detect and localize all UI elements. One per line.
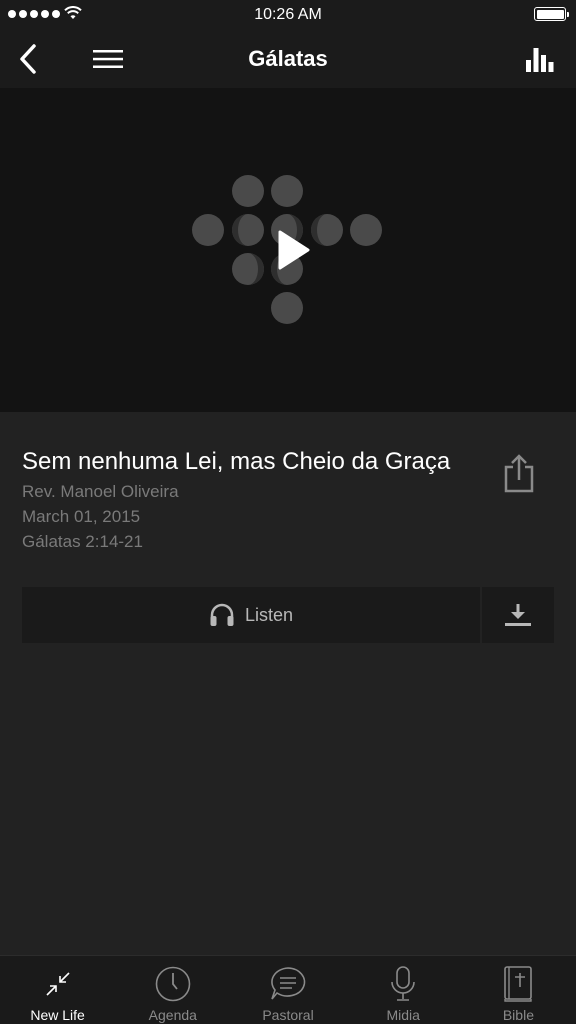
sermon-speaker: Rev. Manoel Oliveira <box>22 482 179 501</box>
play-icon <box>278 230 310 270</box>
menu-button[interactable] <box>86 30 130 88</box>
clock-icon <box>153 964 193 1004</box>
microphone-icon <box>383 964 423 1004</box>
download-icon <box>505 604 531 626</box>
sermon-title: Sem nenhuma Lei, mas Cheio da Graça <box>22 448 451 475</box>
tab-new-life[interactable]: New Life <box>0 956 115 1024</box>
share-button[interactable] <box>500 452 538 494</box>
media-player-area <box>0 88 576 412</box>
sermon-passage: Gálatas 2:14-21 <box>22 532 143 551</box>
listen-button[interactable]: Listen <box>22 587 480 643</box>
back-button[interactable] <box>8 30 48 88</box>
battery-icon <box>534 7 569 21</box>
chat-bubble-icon <box>268 964 308 1004</box>
status-bar: 10:26 AM <box>0 0 576 30</box>
tab-label: Midia <box>386 1007 420 1023</box>
tab-bible[interactable]: Bible <box>461 956 576 1024</box>
tab-bar: New Life Agenda Pastoral Midia Bible <box>0 955 576 1024</box>
stats-button[interactable] <box>520 30 560 88</box>
bible-icon <box>498 964 538 1004</box>
play-button[interactable] <box>262 220 322 280</box>
tab-agenda[interactable]: Agenda <box>115 956 230 1024</box>
chevron-left-icon <box>20 44 36 74</box>
tab-label: New Life <box>30 1007 85 1023</box>
tab-label: Pastoral <box>262 1007 314 1023</box>
share-icon <box>504 454 534 493</box>
navigation-bar: Gálatas <box>0 30 576 88</box>
status-time: 10:26 AM <box>254 6 322 23</box>
hamburger-menu-icon <box>93 50 123 68</box>
sermon-actions: Listen <box>22 587 554 643</box>
tab-label: Agenda <box>148 1007 197 1023</box>
tab-label: Bible <box>502 1007 534 1023</box>
arrows-in-icon <box>38 964 78 1004</box>
download-button[interactable] <box>482 587 554 643</box>
tab-pastoral[interactable]: Pastoral <box>230 956 345 1024</box>
listen-label: Listen <box>244 604 294 625</box>
bar-chart-icon <box>526 48 554 72</box>
sermon-date: March 01, 2015 <box>22 507 141 526</box>
headphones-icon <box>210 603 234 626</box>
tab-midia[interactable]: Midia <box>346 956 461 1024</box>
